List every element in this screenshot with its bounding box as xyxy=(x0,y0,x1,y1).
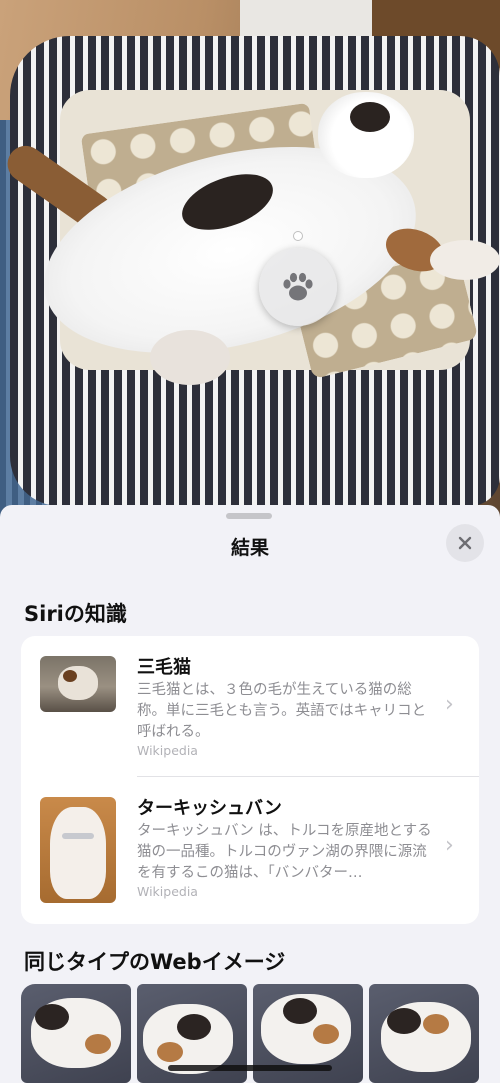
result-description: ターキッシュバン は、トルコを原産地とする猫の一品種。トルコのヴァン湖の界隈に源… xyxy=(137,823,432,881)
paw-icon xyxy=(283,272,313,301)
close-button[interactable] xyxy=(446,524,484,562)
chevron-right-icon: › xyxy=(445,692,454,717)
result-source: Wikipedia xyxy=(137,884,198,899)
result-source: Wikipedia xyxy=(137,743,198,758)
sheet-grabber[interactable] xyxy=(226,513,272,519)
visual-lookup-button[interactable] xyxy=(259,248,337,326)
cat-paw xyxy=(150,330,230,385)
close-icon xyxy=(458,536,472,550)
sheet-title: 結果 xyxy=(230,537,269,559)
result-title: 三毛猫 xyxy=(137,657,191,678)
similar-web-images-title: 同じタイプのWebイメージ xyxy=(24,950,286,974)
web-image[interactable] xyxy=(21,984,131,1083)
result-item-mikeneko[interactable]: 三毛猫 三毛猫とは、３色の毛が生えている猫の総称。単に三毛とも言う。英語ではキャ… xyxy=(21,636,479,780)
photo-view xyxy=(0,0,500,520)
chevron-right-icon: › xyxy=(445,833,454,858)
cat-paw xyxy=(430,240,500,280)
web-image[interactable] xyxy=(369,984,479,1083)
lookup-anchor-dot xyxy=(293,231,303,241)
turkish-van-thumbnail xyxy=(40,797,116,903)
cat-patch xyxy=(350,102,390,132)
home-indicator[interactable] xyxy=(168,1065,332,1071)
results-sheet: 結果 Siriの知識 三毛猫 三毛猫とは、３色の毛が生えている猫の総称。単に三毛… xyxy=(0,505,500,1083)
siri-knowledge-title: Siriの知識 xyxy=(24,602,127,626)
result-description: 三毛猫とは、３色の毛が生えている猫の総称。単に三毛とも言う。英語ではキャリコと呼… xyxy=(137,682,427,740)
siri-knowledge-card: 三毛猫 三毛猫とは、３色の毛が生えている猫の総称。単に三毛とも言う。英語ではキャ… xyxy=(21,636,479,924)
result-title: ターキッシュバン xyxy=(137,798,282,819)
result-item-turkish-van[interactable]: ターキッシュバン ターキッシュバン は、トルコを原産地とする猫の一品種。トルコの… xyxy=(21,777,479,921)
calico-cat-thumbnail xyxy=(40,656,116,712)
